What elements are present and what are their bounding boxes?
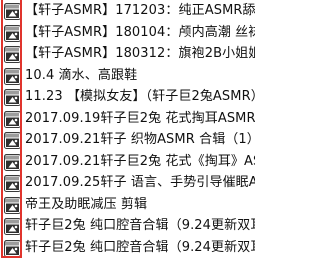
file-name-label: 10.4 滴水、高跟鞋: [25, 67, 138, 83]
file-list-item[interactable]: 【轩子ASMR】180312：旗袍2B小姐姐: [0, 43, 255, 65]
video-file-icon: [4, 46, 21, 63]
video-file-icon: [4, 89, 21, 106]
file-name-label: 轩子巨2兔 纯口腔音合辑（9.24更新双耳: [25, 218, 255, 233]
file-list-item[interactable]: 2017.09.19轩子巨2兔 花式掏耳ASMR合辑: [0, 108, 255, 130]
file-list-item[interactable]: 轩子巨2兔 纯口腔音合辑（9.24更新双耳: [0, 215, 255, 237]
video-file-icon: [4, 218, 21, 235]
file-name-label: 2017.09.25轩子 语言、手势引导催眠ASMR: [25, 175, 255, 190]
video-file-icon: [4, 175, 21, 192]
file-name-label: 2017.09.21轩子 织物ASMR 合辑（1）: [25, 132, 255, 147]
file-list-item[interactable]: 轩子巨2兔 纯口腔音合辑（9.24更新双耳: [0, 237, 255, 259]
file-name-label: 【轩子ASMR】180312：旗袍2B小姐姐: [25, 46, 255, 61]
video-file-icon: [4, 67, 21, 85]
file-list-item[interactable]: 【轩子ASMR】171203：纯正ASMR舔: [0, 0, 255, 22]
file-list-item[interactable]: 2017.09.21轩子 织物ASMR 合辑（1）: [0, 129, 255, 151]
video-file-icon: [4, 132, 21, 149]
file-name-label: 11.23 【模拟女友】（轩子巨2兔ASMR）: [25, 89, 255, 104]
file-list: 【轩子ASMR】171203：纯正ASMR舔 【轩子ASMR】180104：颅内高…: [0, 0, 255, 260]
file-name-label: 【轩子ASMR】180104：颅内高潮 丝袜: [25, 24, 255, 40]
video-file-icon: [4, 239, 21, 257]
video-file-icon: [4, 110, 21, 128]
video-file-icon: [4, 196, 21, 214]
file-list-item[interactable]: 2017.09.25轩子 语言、手势引导催眠ASMR: [0, 172, 255, 194]
video-file-icon: [4, 153, 21, 171]
file-name-label: 2017.09.21轩子巨2兔 花式《掏耳》ASMR: [25, 153, 255, 169]
file-name-label: 2017.09.19轩子巨2兔 花式掏耳ASMR合辑: [25, 110, 255, 126]
video-file-icon: [4, 24, 21, 42]
file-list-item[interactable]: 2017.09.21轩子巨2兔 花式《掏耳》ASMR: [0, 151, 255, 173]
file-list-item[interactable]: 【轩子ASMR】180104：颅内高潮 丝袜: [0, 22, 255, 44]
file-list-item[interactable]: 10.4 滴水、高跟鞋: [0, 65, 255, 87]
file-name-label: 轩子巨2兔 纯口腔音合辑（9.24更新双耳: [25, 239, 255, 255]
file-list-item[interactable]: 帝王及助眠减压 剪辑: [0, 194, 255, 216]
file-list-item[interactable]: 11.23 【模拟女友】（轩子巨2兔ASMR）: [0, 86, 255, 108]
video-file-icon: [4, 3, 21, 20]
file-name-label: 帝王及助眠减压 剪辑: [25, 196, 148, 212]
file-name-label: 【轩子ASMR】171203：纯正ASMR舔: [25, 3, 255, 18]
